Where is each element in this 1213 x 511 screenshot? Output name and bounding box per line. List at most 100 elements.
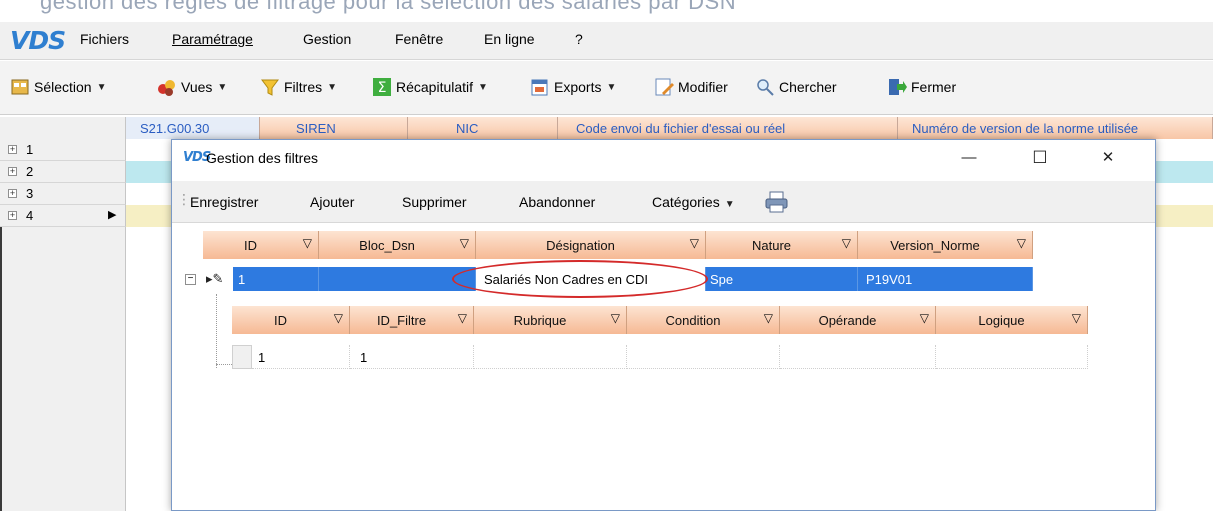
- col-header-bloc-dsn[interactable]: Bloc_Dsn ▽: [319, 231, 476, 259]
- row-header[interactable]: + 1: [0, 139, 126, 161]
- sigma-icon: Σ: [372, 77, 392, 97]
- col-label: Logique: [978, 313, 1025, 328]
- row-header-column: [0, 227, 126, 511]
- tree-line: [216, 294, 217, 368]
- main-col-header[interactable]: SIREN: [260, 117, 408, 139]
- main-col-label: NIC: [456, 121, 479, 136]
- main-col-header[interactable]: NIC: [408, 117, 558, 139]
- filter-icon[interactable]: ▽: [690, 236, 699, 250]
- filter-icon[interactable]: ▽: [460, 236, 469, 250]
- expand-icon[interactable]: +: [8, 145, 17, 154]
- sub-cell-id[interactable]: 1: [252, 345, 350, 369]
- main-col-label: Code envoi du fichier d'essai ou réel: [576, 121, 786, 136]
- dialog-titlebar[interactable]: VDS Gestion des filtres — ☐ ✕: [172, 140, 1155, 178]
- filter-icon[interactable]: ▽: [611, 311, 620, 325]
- abandonner-button[interactable]: Abandonner: [519, 194, 595, 210]
- main-col-header[interactable]: Code envoi du fichier d'essai ou réel: [558, 117, 898, 139]
- minimize-button[interactable]: —: [949, 144, 989, 172]
- row-header[interactable]: + 4 ▶: [0, 205, 126, 227]
- col-label: ID: [244, 238, 257, 253]
- sub-col-header-operande[interactable]: Opérande ▽: [780, 306, 936, 334]
- main-col-header[interactable]: S21.G00.30: [126, 117, 260, 139]
- filter-icon[interactable]: ▽: [764, 311, 773, 325]
- sub-col-header-logique[interactable]: Logique ▽: [936, 306, 1088, 334]
- vues-button[interactable]: Vues ▼: [157, 75, 227, 99]
- filtres-label: Filtres: [284, 79, 323, 95]
- condition-row[interactable]: 1 1: [252, 345, 1088, 369]
- sub-cell-id-filtre[interactable]: 1: [350, 345, 474, 369]
- modifier-button[interactable]: Modifier: [654, 75, 728, 99]
- sub-col-header-rubrique[interactable]: Rubrique ▽: [474, 306, 627, 334]
- categories-button[interactable]: Catégories ▼: [652, 194, 735, 210]
- fermer-label: Fermer: [911, 79, 957, 95]
- print-icon[interactable]: [765, 191, 789, 216]
- close-button[interactable]: ✕: [1088, 144, 1128, 172]
- sub-row-header[interactable]: [232, 345, 252, 369]
- row-number: 2: [26, 164, 34, 179]
- sub-cell-condition[interactable]: [627, 345, 780, 369]
- selection-button[interactable]: Sélection ▼: [10, 75, 107, 99]
- main-col-label: S21.G00.30: [140, 121, 210, 136]
- col-label: ID: [274, 313, 287, 328]
- menu-help[interactable]: ?: [575, 31, 583, 47]
- filter-icon[interactable]: ▽: [920, 311, 929, 325]
- left-frame-edge: [0, 227, 2, 511]
- fermer-button[interactable]: Fermer: [887, 75, 956, 99]
- funnel-icon: [260, 77, 280, 97]
- vues-icon: [157, 77, 177, 97]
- recapitulatif-label: Récapitulatif: [396, 79, 474, 95]
- col-header-version-norme[interactable]: Version_Norme ▽: [858, 231, 1033, 259]
- exports-label: Exports: [554, 79, 602, 95]
- col-label: ID_Filtre: [376, 313, 427, 328]
- row-number: 4: [26, 208, 34, 223]
- enregistrer-button[interactable]: Enregistrer: [190, 194, 258, 210]
- menu-parametrage[interactable]: Paramétrage: [172, 31, 253, 47]
- sub-cell-operande[interactable]: [780, 345, 936, 369]
- categories-label: Catégories: [652, 194, 720, 210]
- row-number: 1: [26, 142, 34, 157]
- recapitulatif-button[interactable]: Σ Récapitulatif ▼: [372, 75, 488, 99]
- cell-version-norme[interactable]: P19V01: [858, 267, 1033, 291]
- menu-fenetre[interactable]: Fenêtre: [395, 31, 443, 47]
- menu-gestion[interactable]: Gestion: [303, 31, 351, 47]
- collapse-icon[interactable]: −: [185, 274, 196, 285]
- filter-icon[interactable]: ▽: [1017, 236, 1026, 250]
- caption-strip: gestion des règles de filtrage pour la s…: [0, 0, 1213, 22]
- sub-col-header-id-filtre[interactable]: ID_Filtre ▽: [350, 306, 474, 334]
- sub-col-header-condition[interactable]: Condition ▽: [627, 306, 780, 334]
- chercher-button[interactable]: Chercher: [755, 75, 837, 99]
- filter-icon[interactable]: ▽: [458, 311, 467, 325]
- row-header[interactable]: + 2: [0, 161, 126, 183]
- col-header-nature[interactable]: Nature ▽: [706, 231, 858, 259]
- supprimer-button[interactable]: Supprimer: [402, 194, 467, 210]
- row-header[interactable]: + 3: [0, 183, 126, 205]
- menu-fichiers[interactable]: Fichiers: [80, 31, 129, 47]
- col-header-designation[interactable]: Désignation ▽: [476, 231, 706, 259]
- main-col-header[interactable]: Numéro de version de la norme utilisée: [898, 117, 1213, 139]
- cell-nature[interactable]: Spe: [706, 267, 858, 291]
- expand-icon[interactable]: +: [8, 167, 17, 176]
- expand-icon[interactable]: +: [8, 189, 17, 198]
- expand-icon[interactable]: +: [8, 211, 17, 220]
- sub-cell-logique[interactable]: [936, 345, 1088, 369]
- filter-icon[interactable]: ▽: [303, 236, 312, 250]
- filter-icon[interactable]: ▽: [1072, 311, 1081, 325]
- sub-cell-rubrique[interactable]: [474, 345, 627, 369]
- ajouter-button[interactable]: Ajouter: [310, 194, 354, 210]
- filter-icon[interactable]: ▽: [842, 236, 851, 250]
- cell-id[interactable]: 1: [233, 267, 319, 291]
- dialog-toolbar: ⋮ Enregistrer Ajouter Supprimer Abandonn…: [172, 181, 1155, 223]
- sub-col-header-id[interactable]: ID ▽: [232, 306, 350, 334]
- col-header-id[interactable]: ID ▽: [203, 231, 319, 259]
- svg-text:Σ: Σ: [378, 80, 387, 96]
- main-grid-header: S21.G00.30 SIREN NIC Code envoi du fichi…: [0, 117, 1213, 139]
- main-col-label: Numéro de version de la norme utilisée: [912, 121, 1139, 136]
- exit-icon: [887, 77, 907, 97]
- chercher-label: Chercher: [779, 79, 837, 95]
- maximize-button[interactable]: ☐: [1020, 144, 1060, 172]
- exports-button[interactable]: Exports ▼: [530, 75, 616, 99]
- highlight-ellipse: [452, 260, 708, 298]
- menu-en-ligne[interactable]: En ligne: [484, 31, 535, 47]
- filtres-button[interactable]: Filtres ▼: [260, 75, 337, 99]
- filter-icon[interactable]: ▽: [334, 311, 343, 325]
